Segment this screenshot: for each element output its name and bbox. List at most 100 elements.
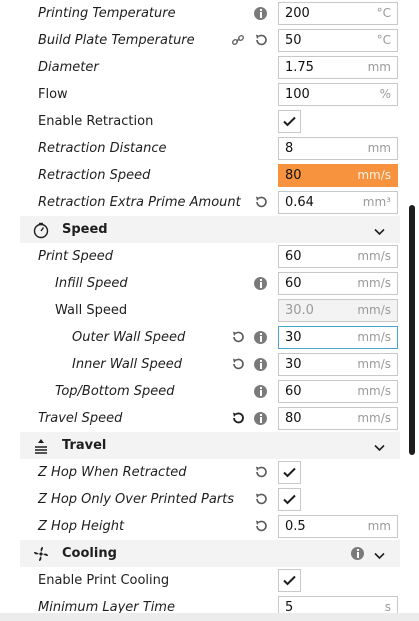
z-hop-when-retracted-checkbox[interactable] — [278, 461, 301, 484]
print-speed-field[interactable]: 60 mm/s — [278, 245, 398, 268]
field-unit: °C — [376, 33, 391, 47]
setting-label: Retraction Speed — [38, 168, 151, 183]
link-icon[interactable] — [231, 33, 245, 47]
retraction-distance-field[interactable]: 8 mm — [278, 137, 398, 160]
field-unit: mm/s — [357, 168, 391, 182]
reset-icon[interactable] — [231, 411, 245, 425]
category-cooling[interactable]: Cooling — [20, 540, 400, 567]
category-speed[interactable]: Speed — [20, 216, 400, 243]
setting-label: Flow — [38, 87, 68, 102]
travel-icon — [32, 437, 50, 455]
info-icon[interactable] — [254, 385, 267, 398]
setting-label: Wall Speed — [55, 303, 128, 318]
printing-temperature-field[interactable]: 200 °C — [278, 2, 398, 25]
scrollbar-handle[interactable] — [409, 205, 415, 455]
setting-retraction-speed: Retraction Speed 80 mm/s — [20, 162, 400, 189]
setting-label: Retraction Distance — [38, 141, 167, 156]
top-bottom-speed-field[interactable]: 60 mm/s — [278, 380, 398, 403]
field-value: 100 — [285, 87, 310, 102]
field-unit: mm³ — [362, 195, 391, 209]
category-label: Travel — [62, 438, 107, 453]
build-plate-temperature-field[interactable]: 50 °C — [278, 29, 398, 52]
reset-icon[interactable] — [254, 33, 268, 47]
setting-label: Enable Print Cooling — [38, 573, 170, 588]
field-unit: mm — [367, 141, 391, 155]
print-settings-panel: Printing Temperature 200 °C Build Plate … — [0, 0, 419, 621]
setting-printing-temperature: Printing Temperature 200 °C — [20, 0, 400, 27]
field-value: 50 — [285, 33, 302, 48]
info-icon[interactable] — [351, 547, 364, 560]
field-value: 30 — [285, 330, 302, 345]
z-hop-height-field[interactable]: 0.5 mm — [278, 515, 398, 538]
checkmark-icon — [283, 467, 296, 478]
inner-wall-speed-field[interactable]: 30 mm/s — [278, 353, 398, 376]
field-unit: % — [379, 87, 391, 101]
setting-top-bottom-speed: Top/Bottom Speed 60 mm/s — [20, 378, 400, 405]
checkmark-icon — [283, 575, 296, 586]
info-icon[interactable] — [254, 331, 267, 344]
field-value: 60 — [285, 384, 302, 399]
field-unit: mm/s — [357, 249, 391, 263]
setting-retraction-distance: Retraction Distance 8 mm — [20, 135, 400, 162]
category-travel[interactable]: Travel — [20, 432, 400, 459]
field-value: 60 — [285, 276, 302, 291]
retraction-extra-prime-amount-field[interactable]: 0.64 mm³ — [278, 191, 398, 214]
info-icon[interactable] — [254, 412, 267, 425]
category-label: Speed — [62, 222, 108, 237]
reset-icon[interactable] — [254, 519, 268, 533]
enable-print-cooling-checkbox[interactable] — [278, 569, 301, 592]
infill-speed-field[interactable]: 60 mm/s — [278, 272, 398, 295]
chevron-down-icon[interactable] — [374, 441, 385, 456]
setting-outer-wall-speed: Outer Wall Speed 30 mm/s — [20, 324, 400, 351]
panel-bottom-edge — [0, 613, 419, 621]
travel-speed-field[interactable]: 80 mm/s — [278, 407, 398, 430]
field-unit: mm/s — [357, 411, 391, 425]
field-unit: mm/s — [357, 303, 391, 317]
reset-icon[interactable] — [254, 465, 268, 479]
setting-label: Z Hop Only Over Printed Parts — [38, 492, 234, 507]
setting-label: Inner Wall Speed — [72, 357, 183, 372]
enable-retraction-checkbox[interactable] — [278, 110, 301, 133]
speedometer-icon — [32, 221, 50, 239]
reset-icon[interactable] — [254, 195, 268, 209]
reset-icon[interactable] — [231, 357, 245, 371]
setting-enable-retraction: Enable Retraction — [20, 108, 400, 135]
field-value: 200 — [285, 6, 310, 21]
retraction-speed-field[interactable]: 80 mm/s — [278, 164, 398, 187]
setting-label: Z Hop When Retracted — [38, 465, 187, 480]
z-hop-only-over-printed-parts-checkbox[interactable] — [278, 488, 301, 511]
reset-icon[interactable] — [254, 492, 268, 506]
setting-wall-speed: Wall Speed 30.0 mm/s — [20, 297, 400, 324]
field-unit: mm/s — [357, 276, 391, 290]
field-unit: °C — [376, 6, 391, 20]
info-icon[interactable] — [254, 7, 267, 20]
field-unit: mm — [367, 60, 391, 74]
setting-build-plate-temperature: Build Plate Temperature 50 °C — [20, 27, 400, 54]
field-unit: mm — [367, 519, 391, 533]
chevron-down-icon[interactable] — [374, 549, 385, 564]
field-unit: mm/s — [357, 357, 391, 371]
field-value: 8 — [285, 141, 294, 156]
field-value: 0.5 — [285, 519, 306, 534]
field-value: 30 — [285, 357, 302, 372]
info-icon[interactable] — [254, 358, 267, 371]
reset-icon[interactable] — [231, 330, 245, 344]
setting-flow: Flow 100 % — [20, 81, 400, 108]
info-icon[interactable] — [254, 277, 267, 290]
diameter-field[interactable]: 1.75 mm — [278, 56, 398, 79]
setting-label: Printing Temperature — [38, 6, 176, 21]
checkmark-icon — [283, 494, 296, 505]
setting-inner-wall-speed: Inner Wall Speed 30 mm/s — [20, 351, 400, 378]
chevron-down-icon[interactable] — [374, 225, 385, 240]
field-value: 0.64 — [285, 195, 314, 210]
fan-icon — [32, 545, 50, 563]
field-value: 30.0 — [285, 303, 314, 318]
outer-wall-speed-field[interactable]: 30 mm/s — [278, 326, 398, 349]
setting-label: Retraction Extra Prime Amount — [38, 195, 241, 210]
flow-field[interactable]: 100 % — [278, 83, 398, 106]
field-value: 60 — [285, 249, 302, 264]
field-unit: mm/s — [357, 330, 391, 344]
field-value: 80 — [285, 411, 302, 426]
setting-label: Outer Wall Speed — [72, 330, 186, 345]
field-unit: mm/s — [357, 384, 391, 398]
